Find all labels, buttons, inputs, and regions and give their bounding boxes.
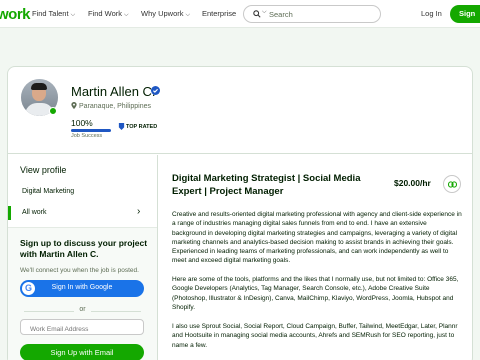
login-link[interactable]: Log In [421,9,442,18]
job-success-bar [71,129,111,132]
google-signin-button[interactable]: Sign In with Google G [20,280,144,297]
chevron-down-icon: ⌵ [185,12,191,18]
copy-link-button[interactable] [443,175,461,193]
sidebar-item-all-work[interactable]: All work › [8,203,157,223]
signup-subtitle: We'll connect you when the job is posted… [20,267,139,274]
job-success-value: 100% [71,118,93,128]
signup-button[interactable]: Sign [450,5,480,23]
nav-enterprise[interactable]: Enterprise [202,9,236,18]
location: Paranaque, Philippines [71,102,151,110]
active-indicator [8,206,11,220]
nav-why-upwork[interactable]: Why Upwork ⌵ [141,9,190,19]
sidebar-item-label: All work [22,209,47,216]
search-icon [253,10,261,18]
view-profile-heading: View profile [20,165,67,175]
top-nav: work Find Talent ⌵ Find Work ⌵ Why Upwork ⌵… [0,0,480,28]
or-divider: or [8,306,157,313]
job-success-label: Job Success [71,133,103,139]
location-pin-icon [71,102,77,109]
email-field[interactable] [20,319,144,335]
search-placeholder: Search [269,10,293,19]
profile-card: Martin Allen C. Paranaque, Philippines 1… [7,66,473,360]
freelancer-name: Martin Allen C. [71,84,156,99]
hourly-rate: $20.00/hr [394,178,431,188]
profile-title: Digital Marketing Strategist | Social Me… [172,173,361,197]
top-rated-icon [118,123,125,130]
google-signin-label: Sign In with Google [51,284,113,291]
signup-panel: Sign up to discuss your project with Mar… [8,227,157,360]
signup-email-button[interactable]: Sign Up with Email [20,344,144,360]
chevron-down-icon: ⌵ [70,12,76,18]
chevron-down-icon[interactable]: ⌵ [262,9,267,16]
description-paragraph: Creative and results-oriented digital ma… [172,211,462,265]
nav-find-work[interactable]: Find Work ⌵ [88,9,129,19]
chevron-right-icon: › [137,206,141,217]
description-paragraph: I also use Sprout Social, Social Report,… [172,323,458,349]
online-status-dot [49,107,57,115]
upwork-logo[interactable]: work [0,6,31,23]
chevron-down-icon: ⌵ [124,12,129,18]
sidebar-item-digital-marketing[interactable]: Digital Marketing [22,188,74,195]
profile-header: Martin Allen C. Paranaque, Philippines 1… [8,67,472,154]
google-icon: G [22,282,35,295]
verified-badge-icon [151,86,160,95]
description-paragraph: Here are some of the tools, platforms an… [172,276,459,311]
work-detail: Digital Marketing Strategist | Social Me… [158,155,472,360]
top-rated-badge: TOP RATED [118,123,157,130]
search-input[interactable]: ⌵ Search [243,5,381,23]
signup-title: Sign up to discuss your project with Mar… [20,238,148,259]
link-icon [448,181,457,188]
sidebar: View profile Digital Marketing All work … [8,155,158,360]
nav-find-talent[interactable]: Find Talent ⌵ [32,9,75,19]
